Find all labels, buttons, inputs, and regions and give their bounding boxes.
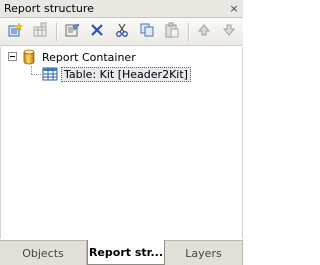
tab-label: Objects — [22, 246, 64, 260]
toolbar-separator — [56, 22, 57, 41]
tree-node-label: Report Container — [42, 50, 136, 64]
panel-tabs: Objects Report str... Layers — [0, 240, 243, 265]
new-item-icon — [7, 22, 24, 41]
tree-connector — [31, 74, 41, 75]
new-group-button[interactable] — [29, 21, 51, 43]
tree-node-report-container[interactable]: Report Container — [22, 49, 138, 65]
collapse-toggle[interactable] — [8, 52, 17, 61]
move-up-icon — [196, 22, 212, 41]
delete-button[interactable] — [86, 21, 108, 43]
new-group-icon — [32, 22, 48, 41]
move-down-button[interactable] — [218, 21, 240, 43]
cut-button[interactable] — [111, 21, 133, 43]
toolbar-separator — [188, 22, 189, 41]
properties-button[interactable] — [61, 21, 83, 43]
tab-label: Report str... — [88, 245, 164, 259]
cut-icon — [114, 22, 130, 41]
move-down-icon — [221, 22, 237, 41]
tab-label: Layers — [185, 246, 222, 260]
table-icon — [42, 67, 58, 81]
copy-icon — [139, 22, 155, 41]
panel-titlebar: Report structure × — [0, 0, 243, 18]
move-up-button[interactable] — [193, 21, 215, 43]
paste-icon — [164, 22, 180, 41]
tab-layers[interactable]: Layers — [165, 241, 243, 265]
close-icon[interactable]: × — [228, 3, 240, 15]
tree-node-table-kit[interactable]: Table: Kit [Header2Kit] — [42, 66, 191, 82]
tree-connector — [31, 66, 32, 74]
properties-icon — [64, 22, 80, 41]
new-item-button[interactable] — [4, 21, 26, 43]
paste-button[interactable] — [161, 21, 183, 43]
tree-node-label: Table: Kit [Header2Kit] — [61, 66, 191, 82]
panel-title: Report structure — [4, 2, 94, 15]
tab-report-structure[interactable]: Report str... — [87, 240, 165, 265]
toolbar — [0, 18, 243, 46]
copy-button[interactable] — [136, 21, 158, 43]
cylinder-icon — [22, 49, 36, 65]
tab-objects[interactable]: Objects — [0, 241, 87, 265]
delete-icon — [89, 22, 105, 41]
